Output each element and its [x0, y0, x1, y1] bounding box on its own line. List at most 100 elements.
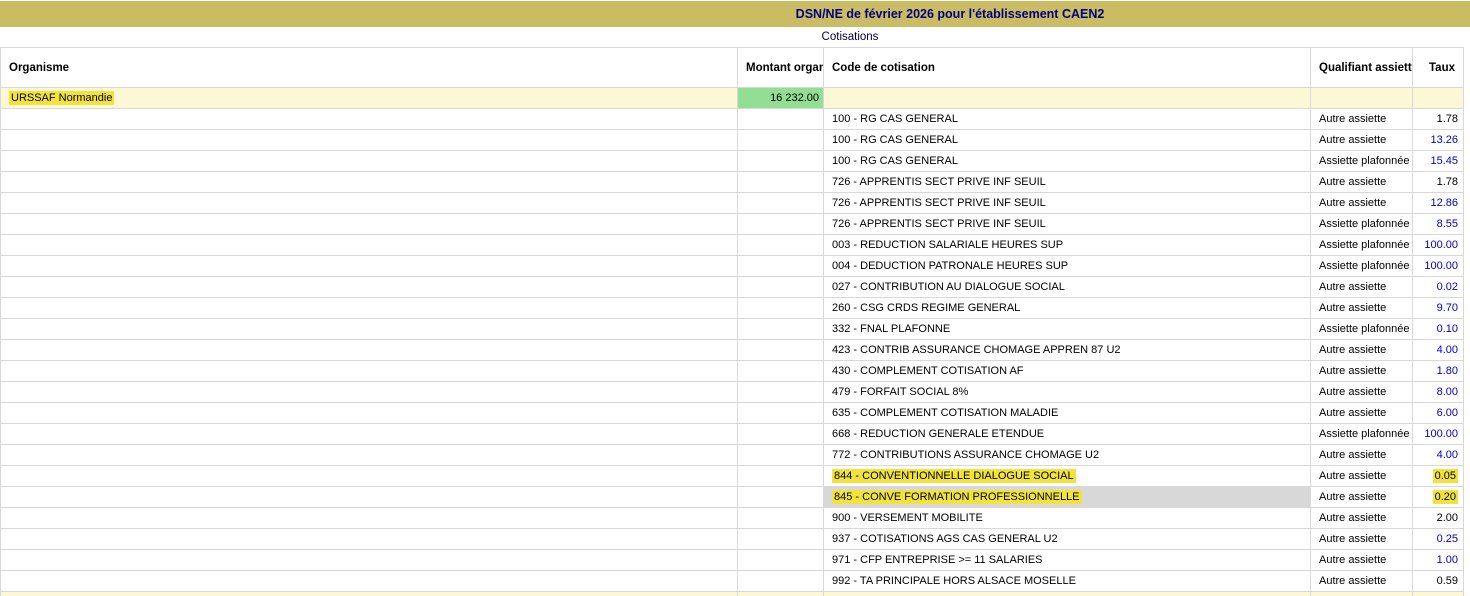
- qualifiant-assiette-cell[interactable]: Autre assiette: [1310, 297, 1413, 319]
- organisme-row[interactable]: URSSAF Normandie 16 232.00: [0, 87, 1464, 109]
- qualifiant-assiette-cell[interactable]: Assiette plafonnée: [1310, 255, 1413, 277]
- code-cotisation-cell[interactable]: 668 - REDUCTION GENERALE ETENDUE: [823, 423, 1311, 445]
- cotisation-row[interactable]: 100 - RG CAS GENERAL Autre assiette 13.26: [0, 129, 1464, 151]
- taux-cell[interactable]: 1.78: [1412, 108, 1464, 130]
- qualifiant-assiette-cell[interactable]: Assiette plafonnée: [1310, 213, 1413, 235]
- qualifiant-assiette-cell[interactable]: Autre assiette: [1310, 171, 1413, 193]
- montant-organisme-cell[interactable]: 16 232.00: [737, 87, 824, 109]
- cotisation-row[interactable]: 726 - APPRENTIS SECT PRIVE INF SEUIL Autr…: [0, 192, 1464, 214]
- cotisation-row[interactable]: 479 - FORFAIT SOCIAL 8% Autre assiette 8.0…: [0, 381, 1464, 403]
- code-cotisation-cell[interactable]: 027 - CONTRIBUTION AU DIALOGUE SOCIAL: [823, 276, 1311, 298]
- code-cotisation-cell[interactable]: 971 - CFP ENTREPRISE >= 11 SALARIES: [823, 549, 1311, 571]
- cotisation-row[interactable]: 423 - CONTRIB ASSURANCE CHOMAGE APPREN 8…: [0, 339, 1464, 361]
- cotisation-row[interactable]: 003 - REDUCTION SALARIALE HEURES SUP Assi…: [0, 234, 1464, 256]
- code-cotisation-cell[interactable]: 100 - RG CAS GENERAL: [823, 150, 1311, 172]
- code-cotisation-cell[interactable]: 423 - CONTRIB ASSURANCE CHOMAGE APPREN 8…: [823, 339, 1311, 361]
- cotisation-row[interactable]: 726 - APPRENTIS SECT PRIVE INF SEUIL Autr…: [0, 171, 1464, 193]
- cotisation-row[interactable]: 635 - COMPLEMENT COTISATION MALADIE Autre…: [0, 402, 1464, 424]
- taux-cell[interactable]: 0.59: [1412, 570, 1464, 592]
- qualifiant-assiette-cell[interactable]: Autre assiette: [1310, 276, 1413, 298]
- taux-cell[interactable]: 13.26: [1412, 129, 1464, 151]
- taux-cell[interactable]: 2.00: [1412, 507, 1464, 529]
- qualifiant-assiette-cell[interactable]: Autre assiette: [1310, 444, 1413, 466]
- qualifiant-assiette-cell[interactable]: Autre assiette: [1310, 507, 1413, 529]
- cotisation-row[interactable]: 027 - CONTRIBUTION AU DIALOGUE SOCIAL Aut…: [0, 276, 1464, 298]
- taux-cell[interactable]: 6.00: [1412, 402, 1464, 424]
- qualifiant-assiette-cell[interactable]: Autre assiette: [1310, 381, 1413, 403]
- cotisation-row[interactable]: 100 - RG CAS GENERAL Assiette plafonnée 15…: [0, 150, 1464, 172]
- code-cotisation-cell[interactable]: 992 - TA PRINCIPALE HORS ALSACE MOSELLE: [823, 570, 1311, 592]
- qualifiant-assiette-cell[interactable]: Assiette plafonnée: [1310, 423, 1413, 445]
- cotisation-row[interactable]: 845 - CONVE FORMATION PROFESSIONNELLE Aut…: [0, 486, 1464, 508]
- cotisation-row[interactable]: 100 - RG CAS GENERAL Autre assiette 1.78: [0, 108, 1464, 130]
- cotisation-row[interactable]: 332 - FNAL PLAFONNE Assiette plafonnée 0.1…: [0, 318, 1464, 340]
- code-cotisation-cell[interactable]: 430 - COMPLEMENT COTISATION AF: [823, 360, 1311, 382]
- header-organisme[interactable]: Organisme: [0, 47, 738, 88]
- qualifiant-assiette-cell[interactable]: Autre assiette: [1310, 129, 1413, 151]
- code-cotisation-cell[interactable]: 479 - FORFAIT SOCIAL 8%: [823, 381, 1311, 403]
- qualifiant-assiette-cell[interactable]: Assiette plafonnée: [1310, 318, 1413, 340]
- header-code-cotisation[interactable]: Code de cotisation: [823, 47, 1311, 88]
- cotisation-row[interactable]: 772 - CONTRIBUTIONS ASSURANCE CHOMAGE U2…: [0, 444, 1464, 466]
- qualifiant-assiette-cell[interactable]: Autre assiette: [1310, 192, 1413, 214]
- code-cotisation-cell[interactable]: 004 - DEDUCTION PATRONALE HEURES SUP: [823, 255, 1311, 277]
- code-cotisation-cell[interactable]: 726 - APPRENTIS SECT PRIVE INF SEUIL: [823, 213, 1311, 235]
- cotisation-row[interactable]: 937 - COTISATIONS AGS CAS GENERAL U2 Autr…: [0, 528, 1464, 550]
- taux-cell[interactable]: 12.86: [1412, 192, 1464, 214]
- code-cotisation-cell[interactable]: 726 - APPRENTIS SECT PRIVE INF SEUIL: [823, 171, 1311, 193]
- qualifiant-assiette-cell[interactable]: Autre assiette: [1310, 528, 1413, 550]
- qualifiant-assiette-cell[interactable]: Autre assiette: [1310, 402, 1413, 424]
- code-cotisation-cell[interactable]: 003 - REDUCTION SALARIALE HEURES SUP: [823, 234, 1311, 256]
- taux-cell[interactable]: 100.00: [1412, 234, 1464, 256]
- qualifiant-assiette-cell[interactable]: Assiette plafonnée: [1310, 234, 1413, 256]
- cotisation-row[interactable]: 430 - COMPLEMENT COTISATION AF Autre assi…: [0, 360, 1464, 382]
- cotisation-row[interactable]: 668 - REDUCTION GENERALE ETENDUE Assiette…: [0, 423, 1464, 445]
- code-cotisation-cell[interactable]: 845 - CONVE FORMATION PROFESSIONNELLE: [823, 486, 1311, 508]
- taux-cell[interactable]: 1.78: [1412, 171, 1464, 193]
- cotisation-row[interactable]: 844 - CONVENTIONNELLE DIALOGUE SOCIAL Aut…: [0, 465, 1464, 487]
- code-cotisation-cell[interactable]: 635 - COMPLEMENT COTISATION MALADIE: [823, 402, 1311, 424]
- qualifiant-assiette-cell[interactable]: Autre assiette: [1310, 486, 1413, 508]
- taux-cell[interactable]: 0.05: [1412, 465, 1464, 487]
- taux-cell[interactable]: 8.00: [1412, 381, 1464, 403]
- taux-cell[interactable]: 4.00: [1412, 339, 1464, 361]
- code-cotisation-cell[interactable]: 772 - CONTRIBUTIONS ASSURANCE CHOMAGE U2: [823, 444, 1311, 466]
- organisme-cell[interactable]: URSSAF Normandie: [0, 87, 738, 109]
- taux-cell[interactable]: 1.80: [1412, 360, 1464, 382]
- code-cotisation-cell[interactable]: 937 - COTISATIONS AGS CAS GENERAL U2: [823, 528, 1311, 550]
- code-cotisation-cell[interactable]: 332 - FNAL PLAFONNE: [823, 318, 1311, 340]
- qualifiant-assiette-cell[interactable]: Autre assiette: [1310, 339, 1413, 361]
- qualifiant-assiette-cell[interactable]: Assiette plafonnée: [1310, 150, 1413, 172]
- code-cotisation-cell[interactable]: 100 - RG CAS GENERAL: [823, 129, 1311, 151]
- cotisation-row[interactable]: 004 - DEDUCTION PATRONALE HEURES SUP Assi…: [0, 255, 1464, 277]
- taux-cell[interactable]: 0.02: [1412, 276, 1464, 298]
- qualifiant-assiette-cell[interactable]: Autre assiette: [1310, 360, 1413, 382]
- taux-cell[interactable]: 15.45: [1412, 150, 1464, 172]
- taux-cell[interactable]: 9.70: [1412, 297, 1464, 319]
- cotisation-row[interactable]: 992 - TA PRINCIPALE HORS ALSACE MOSELLE A…: [0, 570, 1464, 592]
- cotisation-row[interactable]: 900 - VERSEMENT MOBILITE Autre assiette 2.…: [0, 507, 1464, 529]
- taux-cell[interactable]: 1.00: [1412, 549, 1464, 571]
- code-cotisation-cell[interactable]: 900 - VERSEMENT MOBILITE: [823, 507, 1311, 529]
- code-cotisation-cell[interactable]: 726 - APPRENTIS SECT PRIVE INF SEUIL: [823, 192, 1311, 214]
- taux-cell[interactable]: 0.20: [1412, 486, 1464, 508]
- cotisation-row[interactable]: 260 - CSG CRDS REGIME GENERAL Autre assie…: [0, 297, 1464, 319]
- qualifiant-assiette-cell[interactable]: Autre assiette: [1310, 549, 1413, 571]
- cotisation-row[interactable]: 971 - CFP ENTREPRISE >= 11 SALARIES Autre…: [0, 549, 1464, 571]
- taux-cell[interactable]: 8.55: [1412, 213, 1464, 235]
- qualifiant-assiette-cell[interactable]: Autre assiette: [1310, 108, 1413, 130]
- taux-cell[interactable]: 100.00: [1412, 423, 1464, 445]
- taux-cell[interactable]: 4.00: [1412, 444, 1464, 466]
- code-cotisation-cell[interactable]: 100 - RG CAS GENERAL: [823, 108, 1311, 130]
- header-taux[interactable]: Taux: [1412, 47, 1464, 88]
- taux-cell[interactable]: 0.25: [1412, 528, 1464, 550]
- header-montant-organisme[interactable]: Montant organisme: [737, 47, 824, 88]
- code-cotisation-cell[interactable]: 844 - CONVENTIONNELLE DIALOGUE SOCIAL: [823, 465, 1311, 487]
- header-qualifiant-assiette[interactable]: Qualifiant assiette: [1310, 47, 1413, 88]
- cotisation-row[interactable]: 726 - APPRENTIS SECT PRIVE INF SEUIL Assi…: [0, 213, 1464, 235]
- code-cotisation-cell[interactable]: 260 - CSG CRDS REGIME GENERAL: [823, 297, 1311, 319]
- taux-cell[interactable]: 100.00: [1412, 255, 1464, 277]
- qualifiant-assiette-cell[interactable]: Autre assiette: [1310, 465, 1413, 487]
- organisme-name[interactable]: URSSAF Normandie: [9, 91, 115, 105]
- qualifiant-assiette-cell[interactable]: Autre assiette: [1310, 570, 1413, 592]
